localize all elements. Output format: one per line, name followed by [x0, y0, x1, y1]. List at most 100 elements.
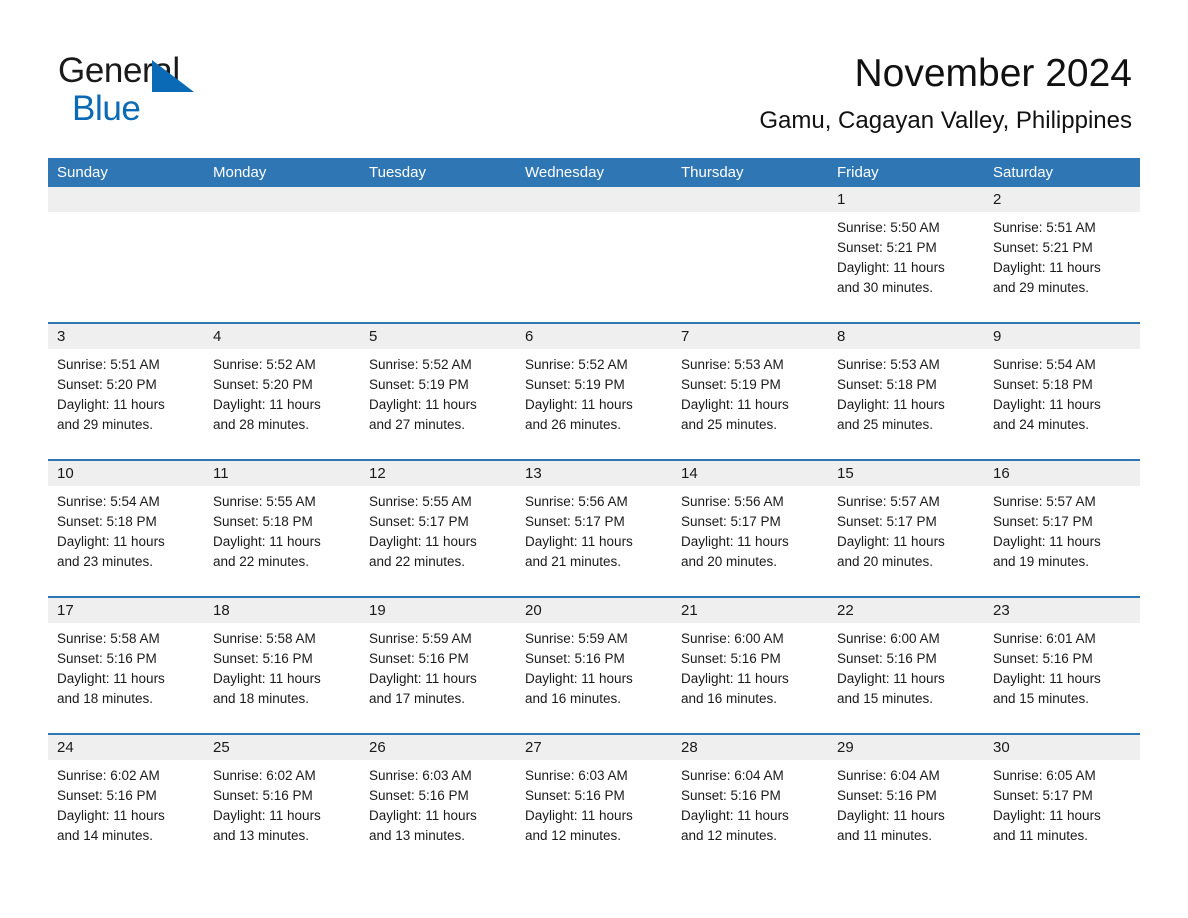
day-number-band: 6	[516, 324, 672, 349]
day-detail-line: Sunset: 5:16 PM	[837, 651, 937, 666]
day-number-band: 16	[984, 461, 1140, 486]
day-detail-line: Sunset: 5:16 PM	[369, 651, 469, 666]
calendar-day-cell[interactable]: 4 Sunrise: 5:52 AM Sunset: 5:20 PM Daylight…	[204, 324, 360, 459]
day-details: Sunrise: 6:02 AM Sunset: 5:16 PM Daylight:…	[204, 760, 360, 870]
day-details: Sunrise: 6:02 AM Sunset: 5:16 PM Daylight:…	[48, 760, 204, 870]
calendar-day-cell[interactable]: 5 Sunrise: 5:52 AM Sunset: 5:19 PM Daylight…	[360, 324, 516, 459]
day-detail-line: Daylight: 11 hours	[681, 397, 789, 412]
calendar-day-cell[interactable]: 10 Sunrise: 5:54 AM Sunset: 5:18 PM Dayligh…	[48, 461, 204, 596]
calendar-empty-cell	[672, 187, 828, 322]
day-detail-line: Sunset: 5:16 PM	[213, 651, 313, 666]
day-detail-line: and 16 minutes.	[525, 691, 622, 706]
day-number: 22	[837, 602, 854, 619]
day-detail-line: Sunrise: 5:56 AM	[525, 494, 628, 509]
day-number-band	[516, 187, 672, 212]
calendar-day-cell[interactable]: 28 Sunrise: 6:04 AM Sunset: 5:16 PM Dayligh…	[672, 735, 828, 870]
calendar-day-cell[interactable]: 30 Sunrise: 6:05 AM Sunset: 5:17 PM Dayligh…	[984, 735, 1140, 870]
calendar-day-cell[interactable]: 14 Sunrise: 5:56 AM Sunset: 5:17 PM Dayligh…	[672, 461, 828, 596]
calendar-day-cell[interactable]: 25 Sunrise: 6:02 AM Sunset: 5:16 PM Dayligh…	[204, 735, 360, 870]
day-detail-line: Daylight: 11 hours	[57, 808, 165, 823]
day-detail-line: Sunrise: 5:54 AM	[993, 357, 1096, 372]
calendar-day-cell[interactable]: 16 Sunrise: 5:57 AM Sunset: 5:17 PM Dayligh…	[984, 461, 1140, 596]
day-of-week-header: Friday	[837, 164, 879, 181]
day-details: Sunrise: 6:03 AM Sunset: 5:16 PM Daylight:…	[516, 760, 672, 870]
calendar-day-cell[interactable]: 3 Sunrise: 5:51 AM Sunset: 5:20 PM Daylight…	[48, 324, 204, 459]
calendar-empty-cell	[204, 187, 360, 322]
calendar-day-cell[interactable]: 20 Sunrise: 5:59 AM Sunset: 5:16 PM Dayligh…	[516, 598, 672, 733]
day-detail-line: Daylight: 11 hours	[837, 397, 945, 412]
day-detail-line: and 22 minutes.	[369, 554, 466, 569]
day-details: Sunrise: 5:52 AM Sunset: 5:19 PM Daylight:…	[516, 349, 672, 459]
generalblue-logo[interactable]: General Blue	[58, 52, 318, 128]
calendar-day-cell[interactable]: 27 Sunrise: 6:03 AM Sunset: 5:16 PM Dayligh…	[516, 735, 672, 870]
day-number-band: 23	[984, 598, 1140, 623]
day-number: 17	[57, 602, 74, 619]
day-number-band: 1	[828, 187, 984, 212]
day-detail-line: Sunrise: 6:01 AM	[993, 631, 1096, 646]
calendar-day-cell[interactable]: 9 Sunrise: 5:54 AM Sunset: 5:18 PM Daylight…	[984, 324, 1140, 459]
calendar-day-cell[interactable]: 29 Sunrise: 6:04 AM Sunset: 5:16 PM Dayligh…	[828, 735, 984, 870]
day-detail-line: Daylight: 11 hours	[525, 671, 633, 686]
calendar-day-cell[interactable]: 7 Sunrise: 5:53 AM Sunset: 5:19 PM Daylight…	[672, 324, 828, 459]
day-of-week-header: Saturday	[993, 164, 1054, 181]
day-number: 15	[837, 465, 854, 482]
day-number: 1	[837, 191, 846, 208]
day-details: Sunrise: 5:55 AM Sunset: 5:17 PM Daylight:…	[360, 486, 516, 596]
calendar-day-cell[interactable]: 6 Sunrise: 5:52 AM Sunset: 5:19 PM Daylight…	[516, 324, 672, 459]
calendar-day-cell[interactable]: 24 Sunrise: 6:02 AM Sunset: 5:16 PM Dayligh…	[48, 735, 204, 870]
calendar-day-cell[interactable]: 15 Sunrise: 5:57 AM Sunset: 5:17 PM Dayligh…	[828, 461, 984, 596]
day-detail-line: and 17 minutes.	[369, 691, 466, 706]
calendar-weeks: 1 Sunrise: 5:50 AM Sunset: 5:21 PM Daylight…	[48, 187, 1140, 870]
calendar-day-cell[interactable]: 19 Sunrise: 5:59 AM Sunset: 5:16 PM Dayligh…	[360, 598, 516, 733]
calendar-day-cell[interactable]: 17 Sunrise: 5:58 AM Sunset: 5:16 PM Dayligh…	[48, 598, 204, 733]
calendar-day-cell[interactable]: 21 Sunrise: 6:00 AM Sunset: 5:16 PM Dayligh…	[672, 598, 828, 733]
calendar-day-cell[interactable]: 18 Sunrise: 5:58 AM Sunset: 5:16 PM Dayligh…	[204, 598, 360, 733]
day-detail-line: Sunrise: 5:53 AM	[837, 357, 940, 372]
day-detail-line: Daylight: 11 hours	[369, 808, 477, 823]
day-number-band: 18	[204, 598, 360, 623]
day-detail-line: Sunset: 5:17 PM	[993, 514, 1093, 529]
day-detail-line: Sunset: 5:16 PM	[57, 651, 157, 666]
calendar-day-cell[interactable]: 11 Sunrise: 5:55 AM Sunset: 5:18 PM Dayligh…	[204, 461, 360, 596]
day-detail-line: Daylight: 11 hours	[525, 808, 633, 823]
calendar-day-cell[interactable]: 2 Sunrise: 5:51 AM Sunset: 5:21 PM Daylight…	[984, 187, 1140, 322]
day-detail-line: and 23 minutes.	[57, 554, 154, 569]
day-detail-line: Sunrise: 5:55 AM	[213, 494, 316, 509]
day-detail-line: Sunset: 5:16 PM	[57, 788, 157, 803]
day-detail-line: Sunrise: 6:00 AM	[837, 631, 940, 646]
day-detail-line: Daylight: 11 hours	[213, 397, 321, 412]
day-number: 16	[993, 465, 1010, 482]
calendar-day-cell[interactable]: 26 Sunrise: 6:03 AM Sunset: 5:16 PM Dayligh…	[360, 735, 516, 870]
calendar-day-cell[interactable]: 23 Sunrise: 6:01 AM Sunset: 5:16 PM Dayligh…	[984, 598, 1140, 733]
day-of-week-header: Thursday	[681, 164, 744, 181]
day-details: Sunrise: 5:55 AM Sunset: 5:18 PM Daylight:…	[204, 486, 360, 596]
day-detail-line: Daylight: 11 hours	[993, 671, 1101, 686]
day-number-band: 28	[672, 735, 828, 760]
day-number: 3	[57, 328, 66, 345]
day-number-band: 2	[984, 187, 1140, 212]
calendar-grid: Sunday Monday Tuesday Wednesday Thursday Frid…	[48, 158, 1140, 870]
day-number: 30	[993, 739, 1010, 756]
day-detail-line: Daylight: 11 hours	[681, 808, 789, 823]
calendar-day-cell[interactable]: 8 Sunrise: 5:53 AM Sunset: 5:18 PM Daylight…	[828, 324, 984, 459]
calendar-week-row: 1 Sunrise: 5:50 AM Sunset: 5:21 PM Daylight…	[48, 187, 1140, 322]
day-detail-line: Daylight: 11 hours	[993, 534, 1101, 549]
day-detail-line: and 19 minutes.	[993, 554, 1090, 569]
day-detail-line: Sunrise: 5:58 AM	[57, 631, 160, 646]
day-detail-line: Sunrise: 5:50 AM	[837, 220, 940, 235]
day-number: 28	[681, 739, 698, 756]
day-details: Sunrise: 6:00 AM Sunset: 5:16 PM Daylight:…	[828, 623, 984, 733]
day-detail-line: Sunrise: 5:58 AM	[213, 631, 316, 646]
day-detail-line: and 15 minutes.	[993, 691, 1090, 706]
calendar-day-cell[interactable]: 1 Sunrise: 5:50 AM Sunset: 5:21 PM Daylight…	[828, 187, 984, 322]
calendar-day-cell[interactable]: 22 Sunrise: 6:00 AM Sunset: 5:16 PM Dayligh…	[828, 598, 984, 733]
day-detail-line: and 22 minutes.	[213, 554, 310, 569]
calendar-day-cell[interactable]: 12 Sunrise: 5:55 AM Sunset: 5:17 PM Dayligh…	[360, 461, 516, 596]
day-details: Sunrise: 5:59 AM Sunset: 5:16 PM Daylight:…	[516, 623, 672, 733]
day-detail-line: and 26 minutes.	[525, 417, 622, 432]
day-detail-line: Sunrise: 5:57 AM	[993, 494, 1096, 509]
page-header: General Blue November 2024 Gamu, Cagayan…	[0, 0, 1188, 158]
calendar-day-cell[interactable]: 13 Sunrise: 5:56 AM Sunset: 5:17 PM Dayligh…	[516, 461, 672, 596]
calendar-empty-cell	[516, 187, 672, 322]
day-detail-line: Sunset: 5:20 PM	[57, 377, 157, 392]
